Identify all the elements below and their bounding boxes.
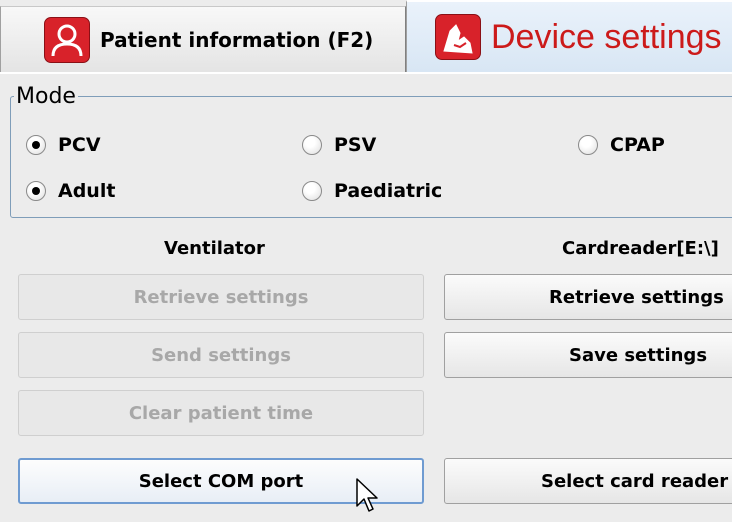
radio-paediatric[interactable]: Paediatric [302,180,442,202]
radio-psv[interactable]: PSV [302,134,376,156]
tab-patient-information[interactable]: Patient information (F2) [0,6,406,72]
ventilator-heading: Ventilator [164,238,265,259]
device-icon [435,14,481,60]
ventilator-retrieve-settings-button[interactable]: Retrieve settings [18,274,424,320]
radio-adult-label: Adult [58,180,116,202]
tab-device-label: Device settings [491,17,722,56]
cardreader-heading: Cardreader[E:\] [562,238,719,259]
radio-paediatric-label: Paediatric [334,180,443,202]
radio-cpap-dot [578,135,598,155]
radio-cpap[interactable]: CPAP [578,134,665,156]
radio-pcv-label: PCV [58,134,101,156]
select-card-reader-button[interactable]: Select card reader [444,458,732,504]
radio-pcv[interactable]: PCV [26,134,101,156]
radio-adult-dot [26,181,46,201]
tab-divider [0,72,732,74]
patient-icon [44,16,90,63]
radio-psv-label: PSV [334,134,377,156]
radio-cpap-label: CPAP [610,134,665,156]
cardreader-retrieve-settings-button[interactable]: Retrieve settings [444,274,732,320]
mode-group-title: Mode [14,84,78,109]
tab-device-settings[interactable]: Device settings [406,0,732,72]
save-settings-button[interactable]: Save settings [444,332,732,378]
send-settings-button[interactable]: Send settings [18,332,424,378]
mouse-cursor-icon [356,478,378,512]
clear-patient-time-button[interactable]: Clear patient time [18,390,424,436]
radio-pcv-dot [26,135,46,155]
tab-patient-label: Patient information (F2) [100,27,374,52]
radio-adult[interactable]: Adult [26,180,115,202]
radio-psv-dot [302,135,322,155]
radio-paediatric-dot [302,181,322,201]
